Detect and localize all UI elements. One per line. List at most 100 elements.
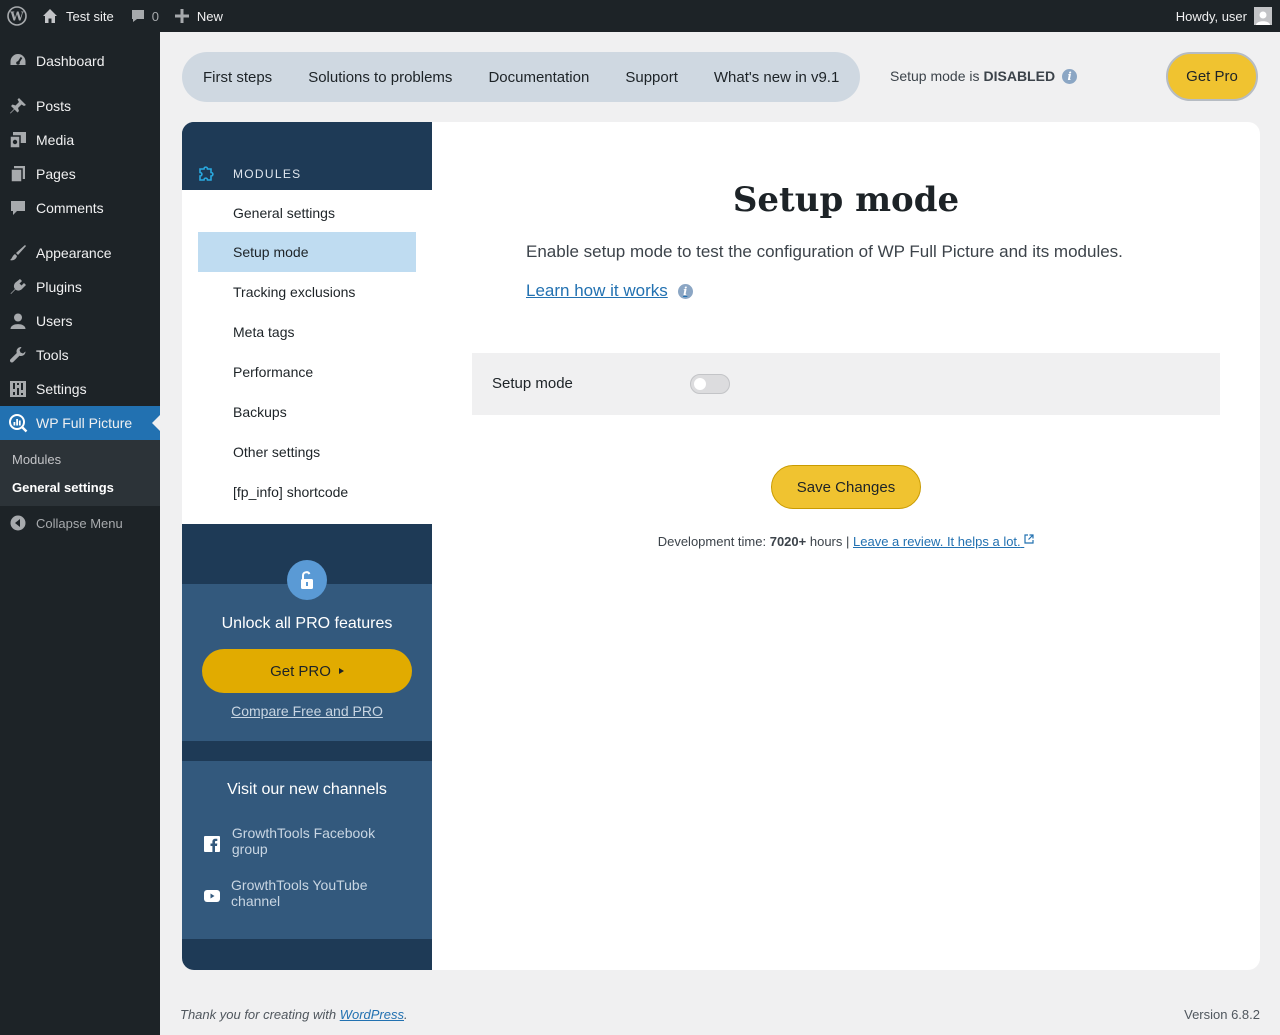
menu-item-users[interactable]: Users [0,304,160,338]
tab-solutions[interactable]: Solutions to problems [290,52,470,102]
module-other-settings[interactable]: Other settings [198,432,416,472]
account-menu[interactable]: Howdy, user [1168,0,1280,32]
unlock-icon [287,560,327,600]
menu-item-plugins[interactable]: Plugins [0,270,160,304]
setup-status-prefix: Setup mode is [890,68,980,84]
footer-version: Version 6.8.2 [1184,1007,1260,1022]
module-setup-mode[interactable]: Setup mode [198,232,416,272]
module-meta-tags[interactable]: Meta tags [198,312,416,352]
menu-label: Posts [36,98,72,114]
menu-item-pages[interactable]: Pages [0,157,160,191]
facebook-group-link[interactable]: GrowthTools Facebook group [204,825,414,857]
development-time: Development time: 7020+ hours | Leave a … [432,534,1260,549]
puzzle-icon [198,164,218,187]
plug-icon [0,278,36,296]
page-description: Enable setup mode to test the configurat… [526,242,1123,261]
dev-prefix: Development time: [657,534,767,549]
collapse-menu-button[interactable]: Collapse Menu [0,512,160,534]
wordpress-link[interactable]: WordPress [340,1007,404,1022]
wordpress-logo-icon[interactable]: W [0,0,34,32]
footer-thanks-suffix: . [404,1007,408,1022]
module-backups[interactable]: Backups [198,392,416,432]
chart-magnifier-icon [0,413,36,433]
menu-label: WP Full Picture [36,415,133,431]
plus-icon [174,9,189,23]
channels-title: Visit our new channels [227,781,387,798]
menu-label: Settings [36,381,87,397]
comments-count: 0 [151,8,159,24]
submenu-item-general-settings[interactable]: General settings [12,480,114,495]
home-icon [42,8,58,24]
menu-label: Tools [36,347,69,363]
menu-item-comments[interactable]: Comments [0,191,160,225]
get-pro-top-button[interactable]: Get Pro [1166,52,1258,101]
setup-mode-toggle[interactable] [690,374,730,394]
caret-right-icon [338,668,344,674]
toggle-knob [694,378,706,390]
admin-menu: Dashboard Posts Media Pages Comments App… [0,32,160,1035]
tab-documentation[interactable]: Documentation [470,52,607,102]
module-general-settings[interactable]: General settings [198,193,416,233]
menu-item-tools[interactable]: Tools [0,338,160,372]
new-label: New [196,8,223,24]
footer-thanks: Thank you for creating with WordPress. [180,1007,408,1022]
menu-item-settings[interactable]: Settings [0,372,160,406]
media-icon [0,131,36,149]
menu-item-appearance[interactable]: Appearance [0,236,160,270]
menu-item-media[interactable]: Media [0,123,160,157]
module-performance[interactable]: Performance [198,352,416,392]
site-name-link[interactable]: Test site [34,0,122,32]
modules-heading: MODULES [182,122,432,190]
menu-label: Pages [36,166,76,182]
leave-review-link[interactable]: Leave a review. It helps a lot. [853,534,1034,549]
menu-label: Media [36,132,75,148]
menu-label: Plugins [36,279,82,295]
learn-how-label: Learn how it works [526,281,668,300]
tab-whats-new[interactable]: What's new in v9.1 [696,52,857,102]
module-fp-info-shortcode[interactable]: [fp_info] shortcode [198,472,416,512]
setup-status-value: DISABLED [983,68,1056,84]
avatar [1254,7,1272,25]
menu-label: Comments [36,200,104,216]
facebook-group-label: GrowthTools Facebook group [231,825,376,857]
dev-suffix: hours | [809,534,850,549]
module-tracking-exclusions[interactable]: Tracking exclusions [198,272,416,312]
menu-label: Dashboard [36,53,105,69]
tab-first-steps[interactable]: First steps [185,52,290,102]
submenu: Modules General settings [0,440,160,506]
top-tabs: First steps Solutions to problems Docume… [182,52,860,102]
setup-mode-field-row: Setup mode [472,353,1220,415]
menu-item-posts[interactable]: Posts [0,89,160,123]
menu-label: Users [36,313,73,329]
site-name: Test site [66,8,114,24]
youtube-channel-link[interactable]: GrowthTools YouTube channel [204,877,414,909]
save-changes-button[interactable]: Save Changes [771,465,921,509]
comments-link[interactable]: 0 [122,0,167,32]
collapse-label: Collapse Menu [36,515,123,531]
info-icon: i [677,283,693,299]
menu-item-wp-full-picture[interactable]: WP Full Picture [0,406,160,440]
review-label: Leave a review. It helps a lot. [853,534,1021,549]
info-icon[interactable]: i [1062,68,1078,84]
compare-link[interactable]: Compare Free and PRO [182,703,432,719]
setup-mode-status: Setup mode is DISABLED i [890,68,1078,84]
howdy-text: Howdy, user [1175,8,1247,24]
svg-text:W: W [9,10,24,24]
pin-icon [0,97,36,115]
youtube-channel-label: GrowthTools YouTube channel [231,877,368,909]
admin-bar: W Test site 0 New Howdy, user [0,0,1280,32]
get-pro-button[interactable]: Get PRO [202,649,412,693]
setup-mode-field-label: Setup mode [492,375,573,392]
tab-support[interactable]: Support [607,52,696,102]
sliders-icon [0,380,36,398]
collapse-arrow-icon [0,515,36,531]
new-content-link[interactable]: New [167,0,231,32]
wrench-icon [0,346,36,364]
submenu-item-modules[interactable]: Modules [12,452,61,467]
upgrade-title: Unlock all PRO features [221,615,393,632]
comment-icon [130,8,146,24]
modules-list: General settings Setup mode Tracking exc… [182,190,432,524]
menu-item-dashboard[interactable]: Dashboard [0,44,160,78]
channels-box: Visit our new channels GrowthTools Faceb… [182,761,432,939]
learn-how-link[interactable]: Learn how it works i [526,281,693,301]
